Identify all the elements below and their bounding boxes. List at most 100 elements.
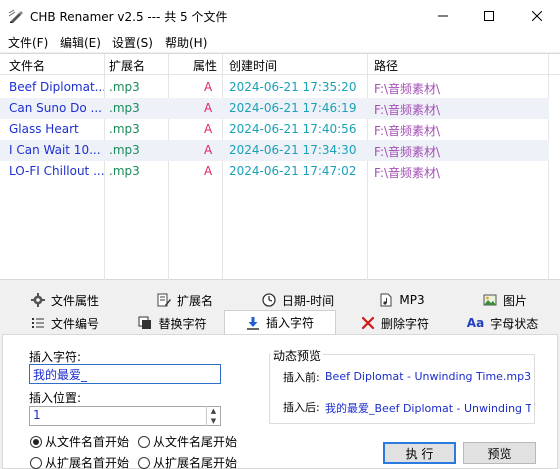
preview-after-label: 插入后: (283, 401, 320, 414)
cell-path: F:\音频素材\ (374, 166, 441, 180)
cell-created: 2024-06-21 17:35:20 (229, 80, 357, 94)
cell-created: 2024-06-21 17:34:30 (229, 143, 357, 157)
replace-icon (138, 316, 152, 330)
maximize-button[interactable] (466, 0, 512, 32)
preview-after-value: 我的最爱_Beef Diplomat - Unwinding Time (325, 402, 531, 415)
cell-path: F:\音频素材\ (374, 103, 441, 117)
radio-ext-start[interactable]: 从扩展名首开始 (30, 454, 129, 469)
radio-label: 从文件名首开始 (45, 435, 130, 449)
cell-ext: .mp3 (109, 164, 140, 178)
cell-filename: Glass Heart (9, 122, 79, 136)
cell-attr: A (204, 101, 213, 115)
music-file-icon (379, 293, 393, 307)
insert-chars-input[interactable]: 我的最爱_ (29, 364, 221, 384)
menu-file[interactable]: 文件(F) (8, 34, 48, 51)
column-header-path[interactable]: 路径 (374, 57, 398, 74)
table-row[interactable]: Glass Heart .mp3 A 2024-06-21 17:40:56 F… (0, 119, 549, 140)
column-header-attr[interactable]: 属性 (193, 57, 217, 74)
radio-filename-start[interactable]: 从文件名首开始 (30, 433, 129, 450)
cell-created: 2024-06-21 17:46:19 (229, 101, 357, 115)
maximize-icon (484, 11, 494, 21)
tab-file-attributes[interactable]: 文件属性 (10, 289, 120, 311)
letter-case-icon: Aa (466, 316, 485, 330)
gear-icon (30, 293, 45, 307)
radio-circle-icon (30, 435, 42, 448)
radio-filename-end[interactable]: 从文件名尾开始 (138, 433, 237, 450)
close-button[interactable] (514, 0, 560, 32)
column-header-ext[interactable]: 扩展名 (109, 57, 145, 74)
cell-filename: Beef Diplomat... (9, 80, 104, 94)
table-row[interactable]: Can Suno Do ... .mp3 A 2024-06-21 17:46:… (0, 98, 549, 119)
cell-attr: A (204, 122, 213, 136)
insert-down-arrow-icon (246, 316, 260, 330)
radio-label: 从扩展名首开始 (45, 456, 130, 469)
table-row[interactable]: Beef Diplomat... .mp3 A 2024-06-21 17:35… (0, 77, 549, 98)
cell-created: 2024-06-21 17:40:56 (229, 122, 357, 136)
tab-insert-chars[interactable]: 插入字符 (224, 310, 336, 334)
tab-label: 删除字符 (380, 316, 429, 331)
stepper-up-icon[interactable]: ▲ (207, 406, 220, 416)
file-list-header: 文件名 扩展名 属性 创建时间 路径 (0, 54, 560, 75)
cell-ext: .mp3 (109, 101, 140, 115)
cell-ext: .mp3 (109, 143, 140, 157)
preview-button[interactable]: 预览 (463, 442, 536, 464)
tab-file-numbering[interactable]: 文件编号 (10, 312, 120, 334)
menu-edit[interactable]: 编辑(E) (60, 34, 101, 51)
radio-ext-end[interactable]: 从扩展名尾开始 (138, 454, 237, 469)
menu-help[interactable]: 帮助(H) (165, 34, 207, 51)
radio-circle-icon (138, 435, 150, 448)
menu-settings[interactable]: 设置(S) (112, 34, 153, 51)
tab-label: 文件编号 (50, 316, 99, 331)
close-icon (532, 11, 542, 21)
column-header-filename[interactable]: 文件名 (9, 57, 45, 74)
tab-delete-chars[interactable]: 删除字符 (350, 312, 440, 334)
minimize-button[interactable] (420, 0, 466, 32)
file-list[interactable]: 文件名 扩展名 属性 创建时间 路径 Beef Diplomat... .mp3… (0, 53, 560, 281)
tab-label: 扩展名 (176, 293, 213, 308)
cell-created: 2024-06-21 17:47:02 (229, 164, 357, 178)
numbered-list-icon (31, 316, 45, 330)
cell-attr: A (204, 143, 213, 157)
tab-label: 字母状态 (490, 316, 539, 331)
tab-label: 插入字符 (265, 316, 314, 330)
preview-before-value: Beef Diplomat - Unwinding Time.mp3 (325, 370, 531, 383)
app-pen-icon (8, 8, 24, 24)
stepper-buttons: ▲ ▼ (206, 406, 220, 426)
tab-date-time[interactable]: 日期-时间 (248, 289, 348, 311)
tab-label: MP3 (399, 293, 425, 307)
cell-filename: LO-FI Chillout ... (9, 164, 104, 178)
execute-button[interactable]: 执 行 (383, 442, 456, 464)
stepper-down-icon[interactable]: ▼ (207, 416, 220, 426)
tab-letter-case[interactable]: Aa 字母状态 (460, 312, 545, 334)
tab-label: 日期-时间 (281, 293, 335, 308)
function-tabs: 文件属性 扩展名 日期-时间 MP3 图片 文件编号 替换字符 插入字符 删除字… (0, 288, 560, 336)
table-row[interactable]: LO-FI Chillout ... .mp3 A 2024-06-21 17:… (0, 161, 549, 182)
insert-chars-label: 插入字符: (29, 350, 82, 364)
insert-position-value: 1 (33, 408, 41, 422)
cell-ext: .mp3 (109, 122, 140, 136)
tab-extension[interactable]: 扩展名 (135, 289, 235, 311)
window-title: CHB Renamer v2.5 --- 共 5 个文件 (30, 10, 228, 24)
preview-group-title: 动态预览 (271, 347, 324, 364)
menu-bar: 文件(F) 编辑(E) 设置(S) 帮助(H) (0, 32, 560, 52)
column-header-created[interactable]: 创建时间 (229, 57, 277, 74)
preview-before-label: 插入前: (283, 371, 320, 384)
cell-path: F:\音频素材\ (374, 124, 441, 138)
document-edit-icon (157, 293, 171, 307)
radio-label: 从文件名尾开始 (153, 435, 238, 449)
minimize-icon (438, 15, 448, 17)
tab-image[interactable]: 图片 (470, 289, 540, 311)
title-bar: CHB Renamer v2.5 --- 共 5 个文件 (0, 0, 560, 32)
table-row[interactable]: I Can Wait 10... .mp3 A 2024-06-21 17:34… (0, 140, 549, 161)
tab-label: 替换字符 (158, 316, 207, 331)
tab-mp3[interactable]: MP3 (362, 289, 442, 311)
radio-circle-icon (138, 456, 150, 469)
image-icon (483, 293, 497, 307)
insert-position-label: 插入位置: (29, 391, 82, 405)
cell-path: F:\音频素材\ (374, 145, 441, 159)
cell-filename: I Can Wait 10... (9, 143, 101, 157)
insert-position-stepper[interactable]: 1 ▲ ▼ (29, 406, 221, 426)
tab-replace-chars[interactable]: 替换字符 (125, 312, 220, 334)
cell-attr: A (204, 80, 213, 94)
delete-x-icon (361, 316, 375, 330)
